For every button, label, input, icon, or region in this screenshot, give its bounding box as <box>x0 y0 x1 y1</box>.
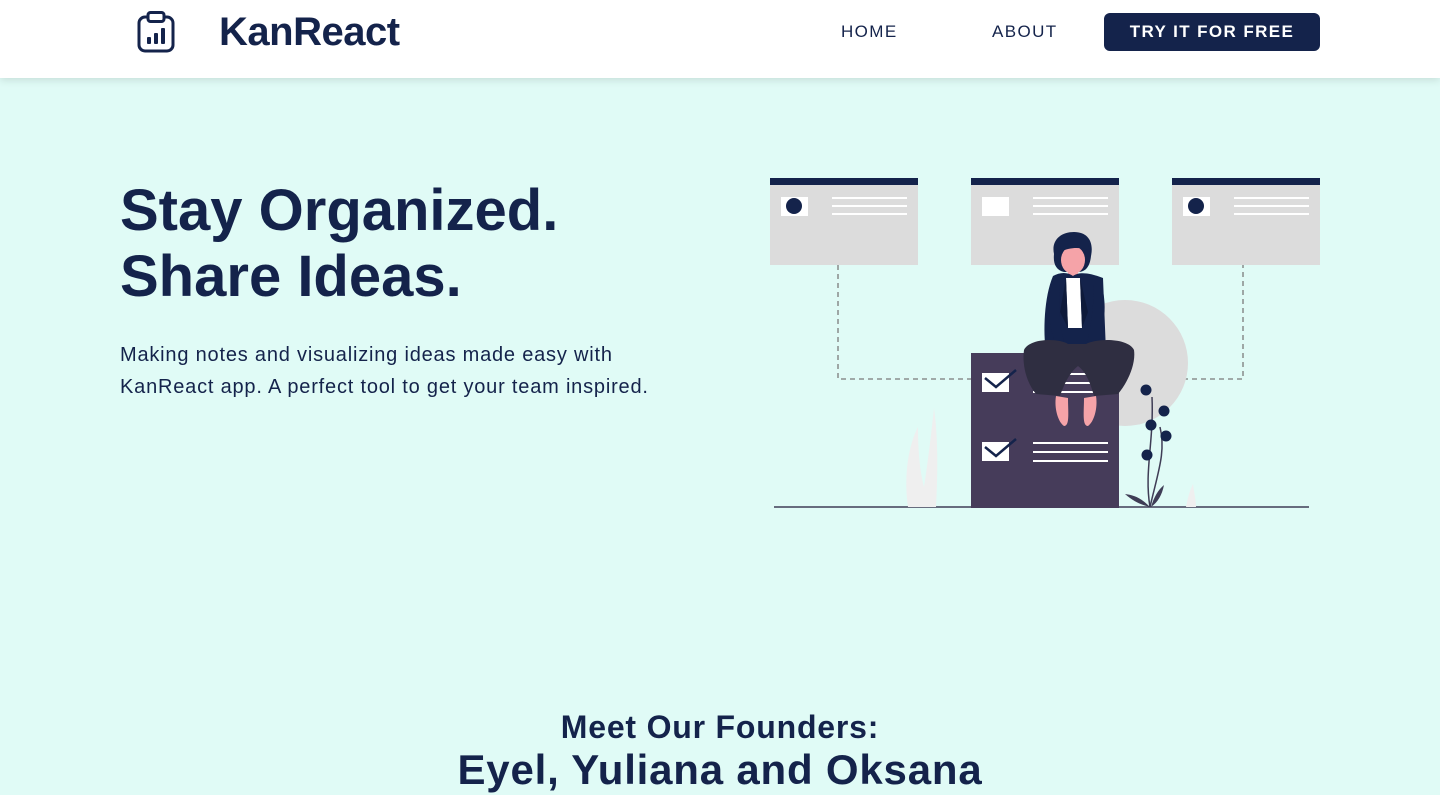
founders-names: Eyel, Yuliana and Oksana <box>457 746 983 793</box>
kanban-illustration <box>770 178 1320 508</box>
hero-title: Stay Organized. Share Ideas. <box>120 178 558 310</box>
kanban-card-right <box>1172 178 1320 265</box>
nav-home-link[interactable]: HOME <box>841 22 898 42</box>
try-free-button[interactable]: TRY IT FOR FREE <box>1104 13 1320 51</box>
navbar: KanReact HOME ABOUT TRY IT FOR FREE <box>0 0 1440 78</box>
kanban-card-left <box>770 178 918 265</box>
hero-description: Making notes and visualizing ideas made … <box>120 344 649 398</box>
nav-about-link[interactable]: ABOUT <box>992 22 1058 42</box>
founders-heading: Meet Our Founders: <box>560 709 880 745</box>
brand-name[interactable]: KanReact <box>219 8 400 56</box>
hero-title-line-1: Stay Organized. <box>120 178 559 243</box>
clipboard-chart-icon[interactable] <box>136 11 176 53</box>
hero-title-line-2: Share Ideas. <box>120 244 462 309</box>
kanban-card-middle <box>971 178 1119 265</box>
